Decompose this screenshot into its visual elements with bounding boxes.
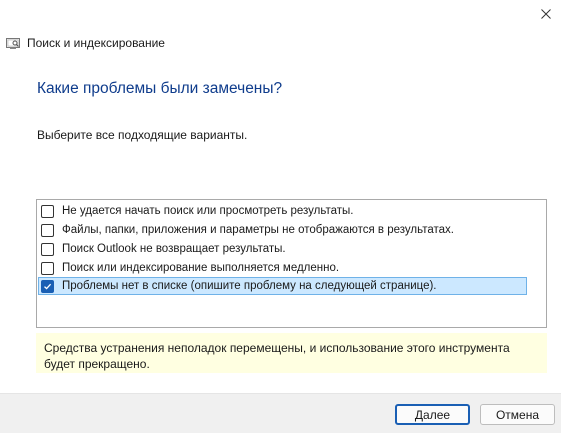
list-item-label: Поиск Outlook не возвращает результаты. — [62, 243, 286, 255]
next-button[interactable]: Далее — [395, 404, 470, 425]
list-item-not-listed[interactable]: Проблемы нет в списке (опишите проблему … — [38, 277, 527, 295]
cancel-button[interactable]: Отмена — [480, 404, 555, 425]
close-icon — [541, 9, 551, 19]
checkbox[interactable] — [41, 261, 54, 275]
list-item-outlook-no-results[interactable]: Поиск Outlook не возвращает результаты. — [39, 240, 286, 258]
window-title: Поиск и индексирование — [27, 36, 165, 50]
search-indexing-icon — [6, 38, 20, 49]
list-item-label: Файлы, папки, приложения и параметры не … — [62, 224, 454, 236]
list-item-label: Поиск или индексирование выполняется мед… — [62, 262, 340, 274]
list-item-label: Проблемы нет в списке (опишите проблему … — [62, 280, 437, 292]
checkbox[interactable] — [41, 242, 54, 256]
checkbox-checked[interactable] — [41, 279, 54, 293]
list-item-label: Не удается начать поиск или просмотреть … — [62, 205, 354, 217]
instruction-text: Выберите все подходящие варианты. — [37, 128, 248, 142]
list-item-slow-indexing[interactable]: Поиск или индексирование выполняется мед… — [39, 259, 339, 277]
footer-bar: Далее Отмена — [0, 393, 561, 433]
checkmark-icon — [44, 283, 52, 290]
checkbox[interactable] — [41, 204, 54, 218]
deprecation-notice: Средства устранения неполадок перемещены… — [36, 333, 547, 373]
window-header: Поиск и индексирование — [6, 35, 165, 51]
page-title: Какие проблемы были замечены? — [37, 80, 283, 97]
list-item-files-not-shown[interactable]: Файлы, папки, приложения и параметры не … — [39, 221, 454, 239]
checkbox[interactable] — [41, 223, 54, 237]
list-item-search-not-start[interactable]: Не удается начать поиск или просмотреть … — [39, 202, 354, 220]
problem-list[interactable]: Не удается начать поиск или просмотреть … — [36, 199, 547, 328]
close-button[interactable] — [531, 0, 561, 28]
